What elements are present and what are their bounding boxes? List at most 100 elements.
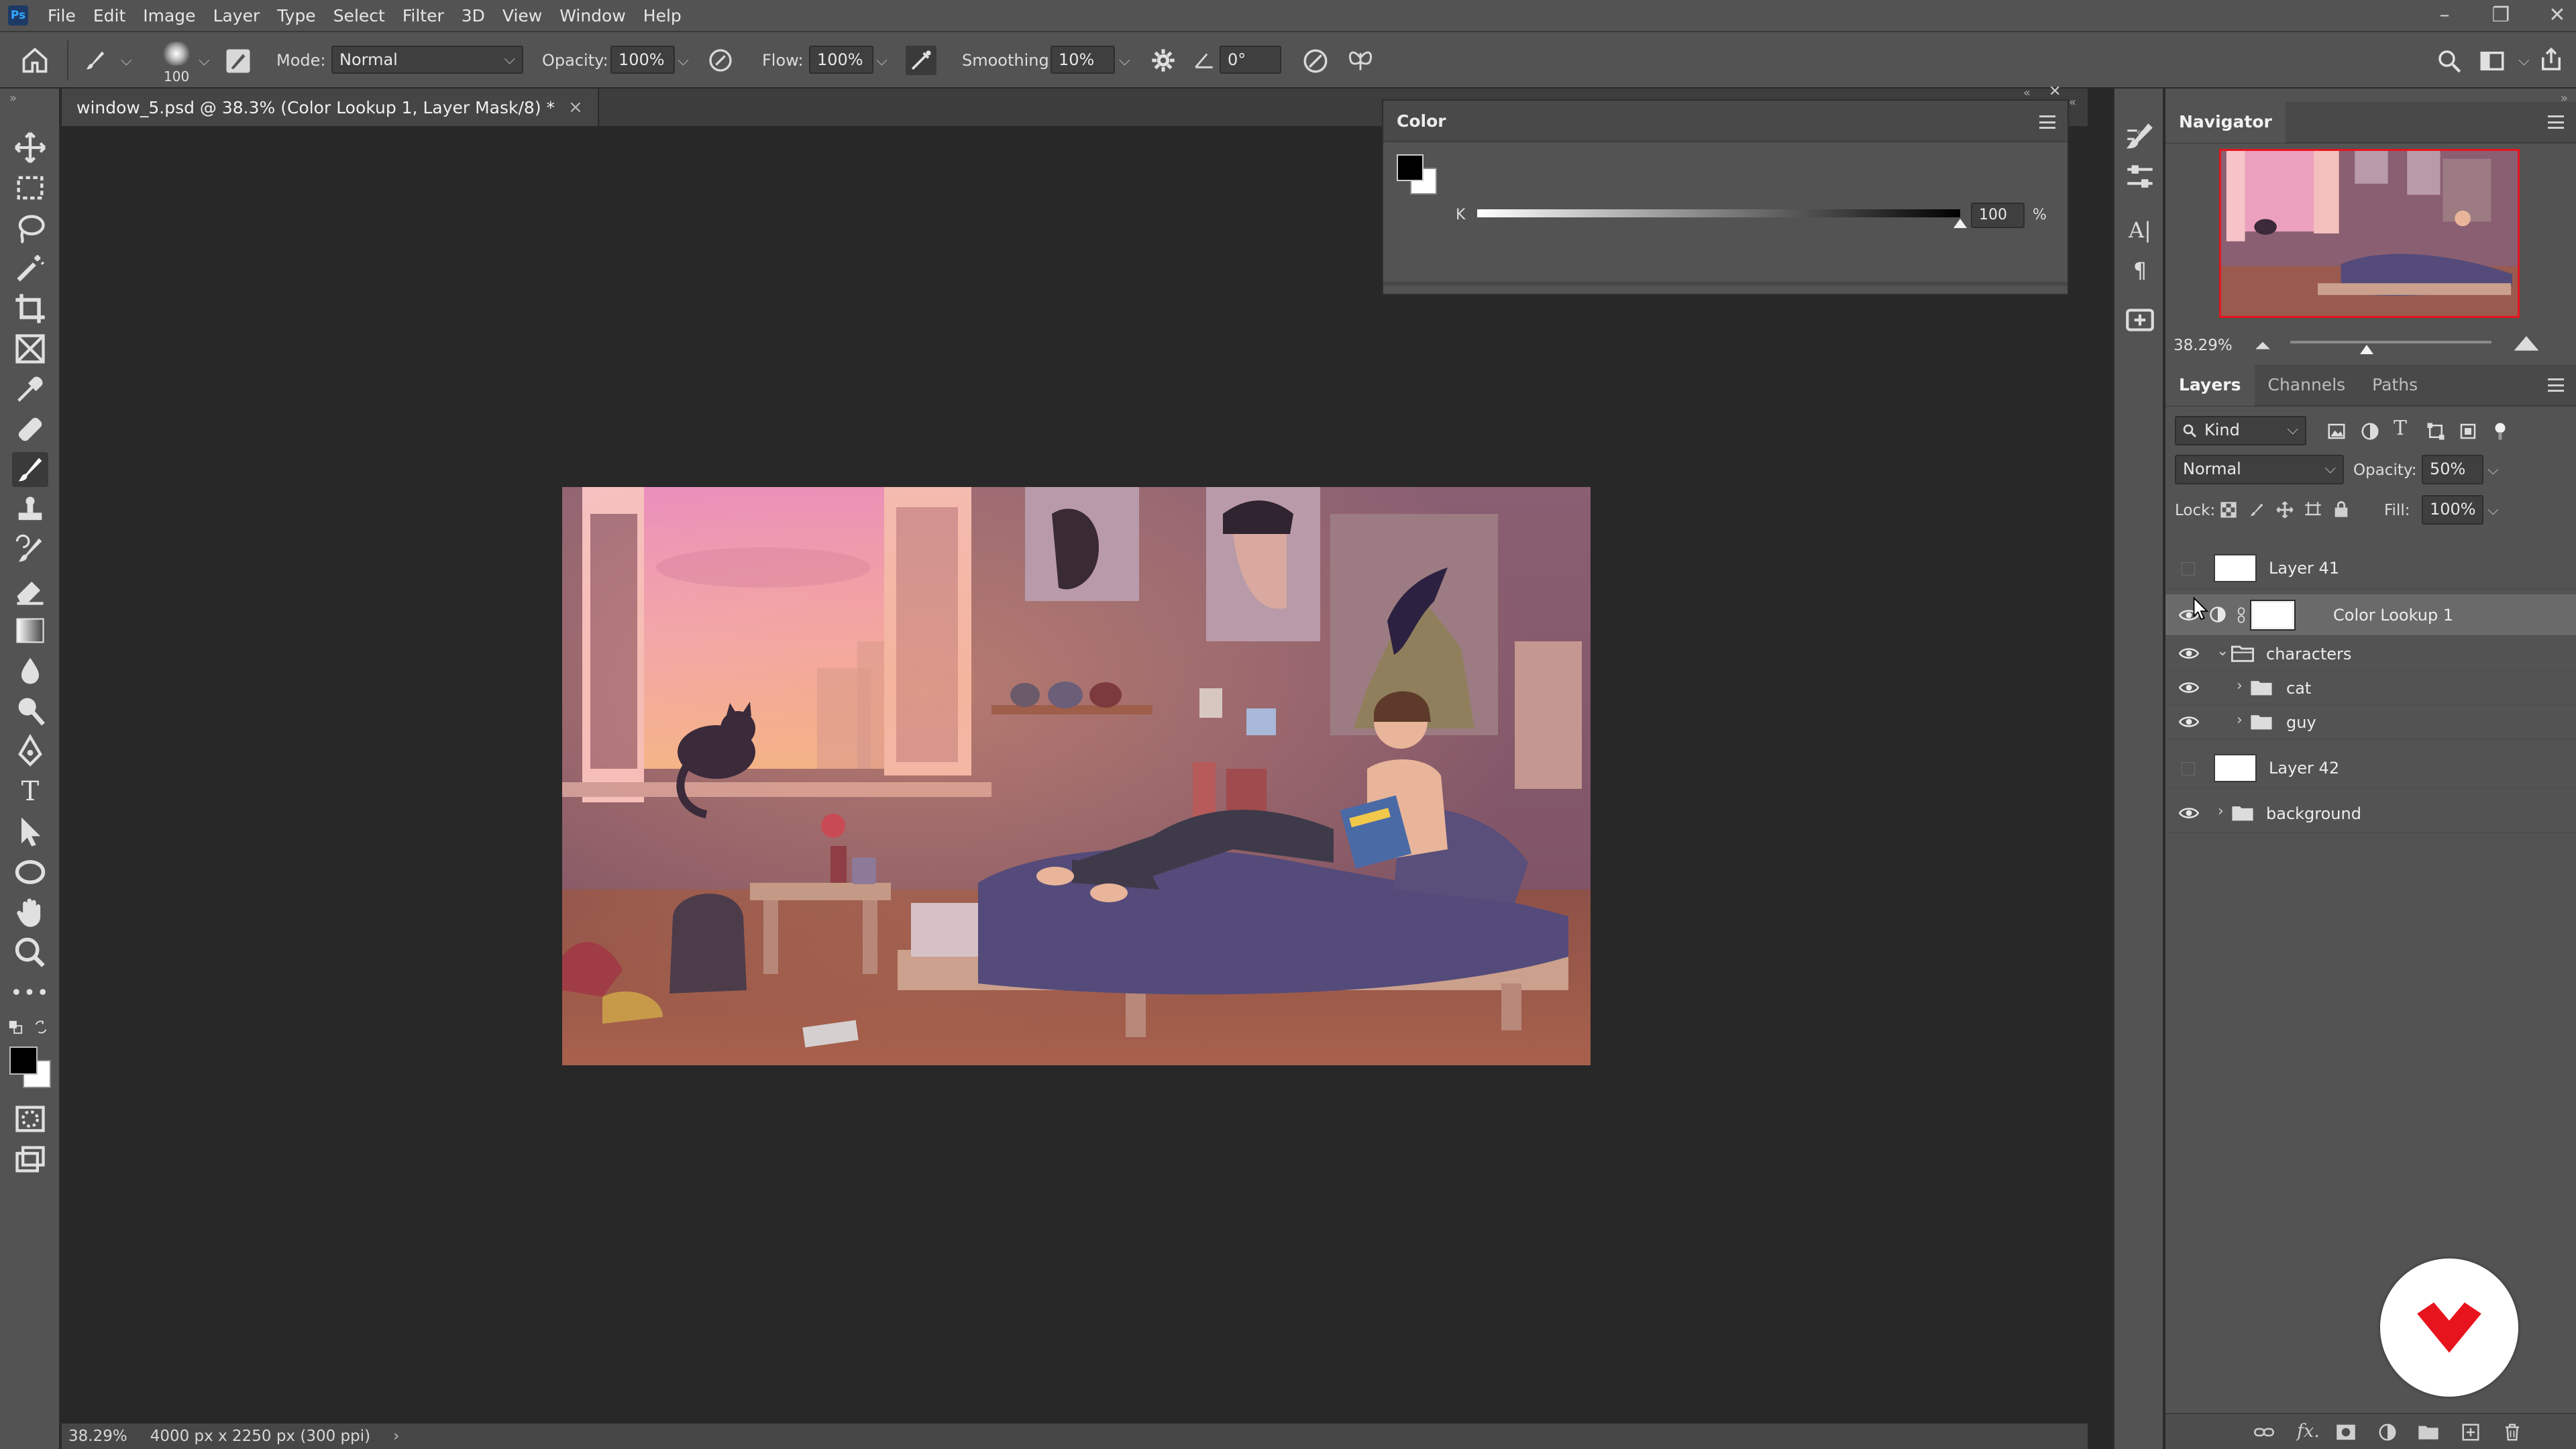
layers-menu-icon[interactable] [2548,378,2564,392]
chevron-down-icon[interactable]: ⌵ [2518,52,2530,69]
filter-type-icon[interactable]: T [2394,419,2414,439]
hand-tool-icon[interactable] [12,895,48,930]
layer-row-guy-group[interactable]: › guy [2165,704,2576,739]
layer-name[interactable]: guy [2286,713,2316,732]
blend-mode-select[interactable]: Normal ⌵ [2175,455,2344,484]
layer-mask-thumbnail[interactable] [2250,600,2296,631]
healing-brush-tool-icon[interactable] [12,412,48,447]
eye-icon[interactable] [2179,712,2199,732]
menu-view[interactable]: View [494,6,551,25]
chevron-down-icon[interactable]: ⌵ [678,52,689,69]
magic-wand-tool-icon[interactable] [12,251,48,286]
delete-layer-trash-icon[interactable] [2502,1422,2522,1442]
zoom-tool-icon[interactable] [12,935,48,970]
menu-help[interactable]: Help [635,6,690,25]
brush-settings-icon[interactable] [2123,119,2157,153]
workspace-icon[interactable] [2478,47,2506,75]
dodge-tool-icon[interactable] [12,694,48,729]
filter-shape-icon[interactable] [2426,421,2446,441]
new-layer-icon[interactable] [2461,1422,2481,1442]
menu-layer[interactable]: Layer [205,6,269,25]
layer-opacity-input[interactable]: 50% [2422,455,2483,484]
blur-tool-icon[interactable] [12,653,48,688]
menu-filter[interactable]: Filter [394,6,453,25]
layer-style-fx-icon[interactable]: fx. [2297,1421,2320,1442]
restore-button[interactable]: ❐ [2489,3,2513,27]
quick-mask-icon[interactable] [12,1102,48,1136]
document-canvas-artwork[interactable] [562,487,1591,1065]
menu-image[interactable]: Image [134,6,204,25]
visibility-toggle-empty[interactable] [2182,762,2195,775]
chevron-down-icon[interactable]: ⌵ [199,52,210,69]
screen-mode-icon[interactable] [12,1142,48,1177]
layer-name[interactable]: cat [2286,679,2311,698]
share-icon[interactable] [2537,46,2565,74]
collapse-arrows-icon[interactable]: « [2023,86,2031,100]
eye-icon[interactable] [2179,643,2199,663]
chevron-down-icon[interactable]: ⌵ [121,52,132,69]
color-panel-menu-icon[interactable] [2039,115,2055,129]
mode-select[interactable]: Normal ⌵ [331,46,523,74]
zoom-out-mountain-icon[interactable] [2254,338,2271,352]
close-panel-icon[interactable]: ✕ [2049,83,2061,100]
mask-link-icon[interactable] [2235,606,2247,624]
layer-row-layer-41[interactable]: Layer 41 [2165,547,2576,589]
airbrush-icon[interactable] [906,46,936,75]
layer-fill-input[interactable]: 100% [2422,495,2483,525]
layer-name[interactable]: characters [2266,645,2351,663]
chevron-right-icon[interactable]: › [2237,712,2243,729]
tab-paths[interactable]: Paths [2359,364,2431,406]
pen-tool-icon[interactable] [12,734,48,769]
filter-pixel-icon[interactable] [2326,421,2347,441]
default-colors-icon[interactable] [8,1020,23,1034]
type-tool-icon[interactable]: T [12,774,48,809]
chevron-down-icon[interactable]: ⌵ [876,52,888,69]
panel-resize-bar[interactable] [1383,282,2068,286]
layer-row-characters-group[interactable]: ⌄ characters [2165,636,2576,671]
layer-row-cat-group[interactable]: › cat [2165,671,2576,704]
lock-all-icon[interactable] [2332,499,2351,519]
navigator-zoom-value[interactable]: 38.29% [2174,337,2233,354]
chevron-down-icon[interactable]: ⌄ [2216,643,2229,659]
opacity-input[interactable]: 100% [610,46,675,74]
ellipse-tool-icon[interactable] [12,855,48,890]
smoothing-input[interactable]: 10% [1051,46,1115,74]
history-brush-tool-icon[interactable] [12,533,48,568]
lock-artboard-icon[interactable] [2304,500,2322,519]
home-icon[interactable] [20,46,50,75]
k-channel-slider[interactable] [1477,209,1960,217]
menu-3d[interactable]: 3D [453,6,494,25]
layer-row-background-group[interactable]: › background [2165,793,2576,833]
lock-transparent-pixels-icon[interactable] [2219,500,2238,519]
layer-row-layer-42[interactable]: Layer 42 [2165,747,2576,789]
chevron-down-icon[interactable]: ⌵ [1119,52,1130,69]
marquee-tool-icon[interactable] [12,170,48,205]
brush-tool-icon[interactable] [12,452,48,487]
status-zoom-value[interactable]: 38.29% [68,1428,127,1445]
menu-window[interactable]: Window [551,6,635,25]
brush-angle-input[interactable]: 0° [1220,46,1281,74]
color-panel-title[interactable]: Color [1397,111,1446,131]
crop-tool-icon[interactable] [12,291,48,326]
filter-toggle-icon[interactable] [2490,421,2510,441]
new-adjustment-layer-icon[interactable] [2377,1422,2398,1442]
link-layers-icon[interactable] [2254,1424,2274,1441]
gear-icon[interactable] [1150,47,1177,74]
eye-icon[interactable] [2179,678,2199,698]
navigator-menu-icon[interactable] [2548,115,2564,129]
close-tab-icon[interactable]: × [568,97,583,117]
brush-tool-preset-icon[interactable] [82,47,109,74]
chevron-right-icon[interactable]: › [2237,678,2243,694]
add-mask-icon[interactable] [2336,1424,2356,1441]
symmetry-butterfly-icon[interactable] [1346,46,1375,75]
navigator-zoom-thumb[interactable] [2360,345,2373,354]
tab-navigator[interactable]: Navigator [2165,101,2286,143]
filter-smart-object-icon[interactable] [2458,421,2478,441]
menu-edit[interactable]: Edit [85,6,134,25]
eyedropper-tool-icon[interactable] [12,372,48,407]
menu-file[interactable]: File [39,6,85,25]
layer-thumbnail[interactable] [2214,554,2257,582]
lock-image-pixels-icon[interactable] [2247,500,2266,519]
swap-colors-icon[interactable] [34,1020,48,1034]
collapse-arrows-icon[interactable]: « [2069,95,2076,109]
